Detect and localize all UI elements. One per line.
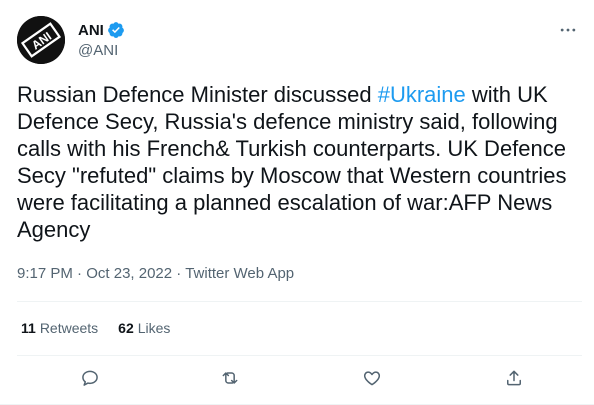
tweet-time[interactable]: 9:17 PM <box>17 265 73 282</box>
tweet-date[interactable]: Oct 23, 2022 <box>86 265 172 282</box>
retweets-label: Retweets <box>39 320 99 336</box>
user-names: ANI @ANI <box>78 20 125 59</box>
likes-count: 62 <box>118 320 134 336</box>
tweet: ANI ANI @ANI Russian Defence Minister di… <box>0 0 594 405</box>
retweet-icon[interactable] <box>218 366 242 390</box>
tweet-actions <box>0 366 594 392</box>
avatar[interactable]: ANI <box>17 16 65 64</box>
display-name[interactable]: ANI <box>78 22 104 39</box>
retweets-stat[interactable]: 11 Retweets <box>21 320 98 336</box>
meta-separator: · <box>176 265 182 282</box>
share-icon[interactable] <box>502 366 526 390</box>
verified-badge-icon <box>107 21 125 39</box>
user-handle[interactable]: @ANI <box>78 42 125 59</box>
name-row: ANI <box>78 20 125 40</box>
more-horizontal-icon[interactable] <box>556 20 580 40</box>
likes-label: Likes <box>137 320 171 336</box>
tweet-stats: 11 Retweets 62 Likes <box>21 320 190 336</box>
heart-icon[interactable] <box>360 366 384 390</box>
ani-logo-icon: ANI <box>17 16 65 64</box>
tweet-header: ANI ANI @ANI <box>17 16 582 64</box>
tweet-text-before: Russian Defence Minister discussed <box>17 82 378 107</box>
tweet-text: Russian Defence Minister discussed #Ukra… <box>17 81 582 243</box>
meta-separator: · <box>77 265 83 282</box>
tweet-source[interactable]: Twitter Web App <box>185 265 294 282</box>
retweets-count: 11 <box>21 320 36 336</box>
tweet-meta: 9:17 PM · Oct 23, 2022 · Twitter Web App <box>17 265 294 282</box>
likes-stat[interactable]: 62 Likes <box>118 320 170 336</box>
divider <box>17 355 582 356</box>
hashtag-link[interactable]: #Ukraine <box>378 82 466 107</box>
reply-icon[interactable] <box>78 366 102 390</box>
divider <box>17 301 582 302</box>
